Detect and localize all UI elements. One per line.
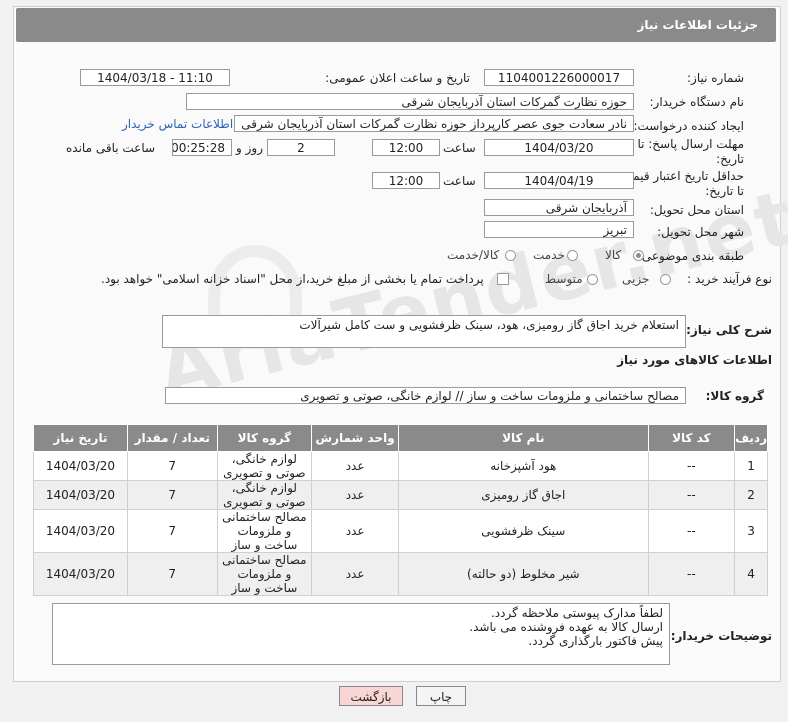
validity-time-label: ساعت [443,174,476,188]
row-qty: 7 [126,552,218,596]
table-row: 1 -- هود آشپزخانه عدد لوازم خانگی، صوتی … [33,451,768,481]
table-row: 2 -- اجاق گاز رومیزی عدد لوازم خانگی، صو… [33,480,768,510]
creator-label: ایجاد کننده درخواست: [633,119,744,133]
col-code-header: کد کالا [647,424,736,452]
province-label: استان محل تحویل: [649,203,744,217]
buyer-contact-link[interactable]: اطلاعات تماس خریدار [122,117,233,131]
process-medium-radio[interactable] [587,274,598,285]
buyer-org-field: حوزه نظارت گمرکات استان آذربایجان شرقی [186,93,634,110]
need-number-field: 1104001226000017 [484,69,634,86]
row-group: لوازم خانگی، صوتی و تصویری [216,480,313,510]
row-name: سینک ظرفشویی [397,509,649,553]
process-type-label: نوع فرآیند خرید : [687,272,772,286]
row-code: -- [647,480,736,510]
validity-label-line2: تا تاریخ: [705,184,744,198]
creator-field: نادر سعادت جوی عصر کارپرداز حوزه نظارت گ… [234,115,634,132]
category-both-radio[interactable] [505,250,516,261]
row-name: اجاق گاز رومیزی [397,480,649,510]
goods-table: ردیف کد کالا نام کالا واحد شمارش گروه کا… [33,424,768,596]
buyer-notes-label: توضیحات خریدار: [670,629,772,643]
col-date-header: تاریخ نیاز [33,424,128,452]
description-label: شرح کلی نیاز: [686,323,772,337]
col-group-header: گروه کالا [216,424,313,452]
row-date: 1404/03/20 [33,552,128,596]
col-index-header: ردیف [734,424,768,452]
row-index: 4 [734,552,768,596]
table-row: 3 -- سینک ظرفشویی عدد مصالح ساختمانی و م… [33,509,768,553]
category-label: طبقه بندی موضوعی: [637,249,744,263]
days-label: روز و [236,141,263,155]
deadline-time-field: 12:00 [372,139,440,156]
row-group: لوازم خانگی، صوتی و تصویری [216,451,313,481]
row-group: مصالح ساختمانی و ملزومات ساخت و ساز [216,509,313,553]
deadline-time-label: ساعت [443,141,476,155]
remaining-time-field: 00:25:28 [172,139,232,156]
back-button[interactable]: بازگشت [339,686,403,706]
row-code: -- [647,509,736,553]
row-index: 1 [734,451,768,481]
validity-label-line1: حداقل تاریخ اعتبار قیمت: [617,169,744,183]
row-index: 2 [734,480,768,510]
process-minor-label: جزیی [622,272,650,286]
row-name: شیر مخلوط (دو حالته) [397,552,649,596]
category-both-label: کالا/خدمت [447,248,500,262]
row-index: 3 [734,509,768,553]
deadline-label-line2: تاریخ: [716,152,744,166]
treasury-payment-note: پرداخت تمام یا بخشی از مبلغ خرید،از محل … [101,272,484,286]
row-unit: عدد [311,451,399,481]
row-qty: 7 [126,509,218,553]
row-code: -- [647,552,736,596]
province-field: آذربایجان شرقی [484,199,634,216]
row-unit: عدد [311,509,399,553]
description-textarea[interactable]: استعلام خرید اجاق گاز رومیزی، هود، سینک … [162,315,686,348]
goods-group-field: مصالح ساختمانی و ملزومات ساخت و ساز // ل… [165,387,686,404]
announce-date-label: تاریخ و ساعت اعلان عمومی: [325,71,470,85]
print-button[interactable]: چاپ [416,686,466,706]
col-qty-header: تعداد / مقدار [126,424,218,452]
remaining-time-label: ساعت باقی مانده [66,141,156,155]
row-date: 1404/03/20 [33,509,128,553]
validity-date-field: 1404/04/19 [484,172,634,189]
buyer-notes-line3: پیش فاکتور بارگذاری گردد. [528,634,663,648]
description-text: استعلام خرید اجاق گاز رومیزی، هود، سینک … [299,318,679,332]
category-goods-radio[interactable] [633,250,644,261]
deadline-label-line1: مهلت ارسال پاسخ: تا [637,137,744,151]
table-row: 4 -- شیر مخلوط (دو حالته) عدد مصالح ساخت… [33,552,768,596]
row-date: 1404/03/20 [33,451,128,481]
process-minor-radio[interactable] [660,274,671,285]
buyer-notes-textarea[interactable]: لطفاً مدارک پیوستی ملاحظه گردد. ارسال کا… [52,603,670,665]
category-goods-label: کالا [605,248,622,262]
buyer-notes-line1: لطفاً مدارک پیوستی ملاحظه گردد. [490,606,663,620]
treasury-payment-checkbox[interactable] [497,273,509,285]
deadline-date-field: 1404/03/20 [484,139,634,156]
row-qty: 7 [126,451,218,481]
validity-time-field: 12:00 [372,172,440,189]
row-name: هود آشپزخانه [397,451,649,481]
remaining-days-field: 2 [267,139,335,156]
row-unit: عدد [311,552,399,596]
process-medium-label: متوسط [545,272,583,286]
row-group: مصالح ساختمانی و ملزومات ساخت و ساز [216,552,313,596]
panel-header: جزئیات اطلاعات نیاز [16,8,776,42]
category-service-radio[interactable] [567,250,578,261]
need-number-label: شماره نیاز: [687,71,744,85]
city-field: تبریز [484,221,634,238]
category-service-label: خدمت [533,248,565,262]
announce-date-field: 1404/03/18 - 11:10 [80,69,230,86]
buyer-org-label: نام دستگاه خریدار: [649,95,745,109]
col-name-header: نام کالا [397,424,649,452]
city-label: شهر محل تحویل: [657,225,744,239]
row-unit: عدد [311,480,399,510]
panel-title: جزئیات اطلاعات نیاز [637,18,758,32]
col-unit-header: واحد شمارش [311,424,399,452]
goods-group-label: گروه کالا: [705,389,764,403]
row-date: 1404/03/20 [33,480,128,510]
buyer-notes-line2: ارسال کالا به عهده فروشنده می باشد. [469,620,663,634]
goods-section-title: اطلاعات کالاهای مورد نیاز [617,353,772,367]
goods-table-header: ردیف کد کالا نام کالا واحد شمارش گروه کا… [33,424,768,452]
row-qty: 7 [126,480,218,510]
row-code: -- [647,451,736,481]
